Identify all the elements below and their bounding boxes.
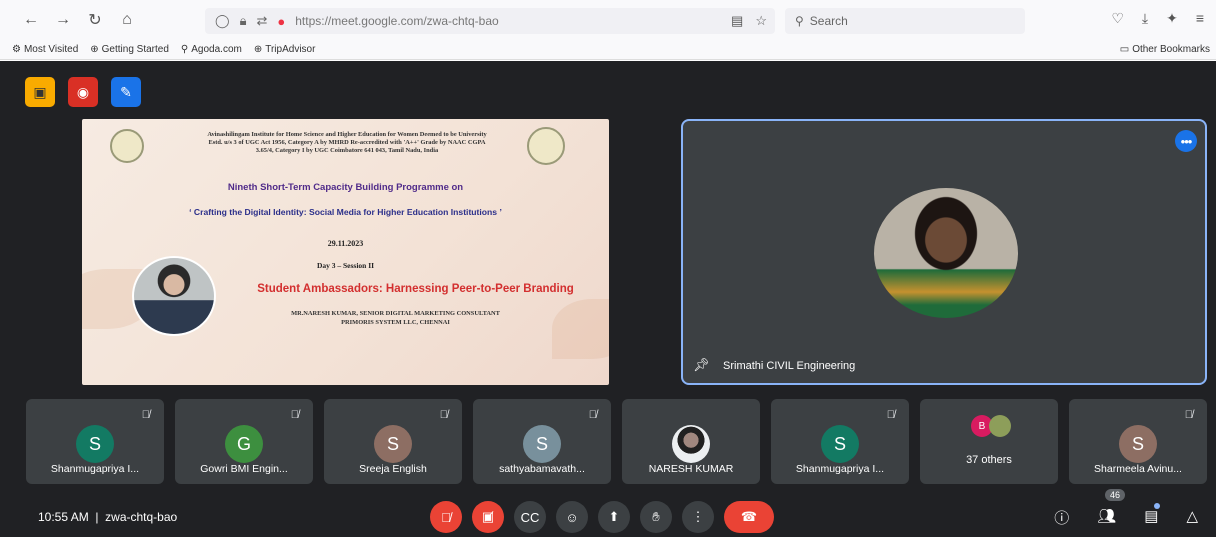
- bottom-bar: 10:55 AM | zwa-chtq-bao 🎙̸ ▣̸ CC ☺ ⬆ ✋︎ …: [0, 489, 1216, 537]
- participant-name: Srimathi CIVIL Engineering: [723, 360, 856, 372]
- shield-icon: ◯: [215, 13, 230, 28]
- chat-icon[interactable]: ▤: [1144, 507, 1158, 528]
- main-participant-tile[interactable]: ••• 📌︎ Srimathi CIVIL Engineering: [681, 119, 1207, 385]
- camera-toggle-button[interactable]: ▣̸: [472, 501, 504, 533]
- participant-tile[interactable]: 🎙̸ S Shanmugapriya I...: [26, 399, 164, 484]
- leave-call-button[interactable]: ☎: [724, 501, 774, 533]
- bookmark-getting-started[interactable]: ⊕ Getting Started: [90, 44, 169, 55]
- avatar: [672, 425, 710, 463]
- captions-button[interactable]: CC: [514, 501, 546, 533]
- mic-off-icon: 🎙̸: [886, 409, 895, 421]
- participant-tile[interactable]: 🎙̸ S Sreeja English: [324, 399, 462, 484]
- avatar: S: [523, 425, 561, 463]
- activities-icon[interactable]: △: [1186, 507, 1198, 528]
- bookmark-most-visited[interactable]: ⚙︎ Most Visited: [12, 44, 78, 55]
- slide-date: 29.11.2023: [327, 239, 364, 248]
- session-title: Student Ambassadors: Harnessing Peer-to-…: [257, 283, 574, 295]
- home-icon[interactable]: ⌂: [114, 7, 140, 33]
- back-icon[interactable]: ←: [18, 7, 44, 33]
- meet-window: ▣ ◉ ✎ Avinashilingam Institute for Home …: [0, 61, 1216, 537]
- mic-off-icon: 🎙̸: [141, 409, 150, 421]
- lock-icon: 🔒︎: [239, 13, 247, 28]
- programme-title: Nineth Short-Term Capacity Building Prog…: [227, 182, 464, 193]
- institution-text: Avinashilingam Institute for Home Scienc…: [207, 131, 487, 154]
- emoji-button[interactable]: ☺: [556, 501, 588, 533]
- info-icon[interactable]: ⓘ: [1054, 507, 1069, 528]
- bookmarks-bar: ⚙︎ Most Visited ⊕ Getting Started ⚲ Agod…: [0, 40, 1216, 60]
- university-seal-icon: [110, 129, 144, 163]
- participant-tile[interactable]: 🎙̸ S Sharmeela Avinu...: [1069, 399, 1207, 484]
- participant-name: Shanmugapriya I...: [795, 463, 885, 475]
- extensions-icon[interactable]: ✦: [1166, 10, 1178, 27]
- others-tile[interactable]: B 37 others: [920, 399, 1058, 484]
- more-options-icon[interactable]: •••: [1175, 130, 1197, 152]
- people-icon[interactable]: 👥︎: [1097, 507, 1116, 528]
- participant-tile[interactable]: 🎙̸ S sathyabamavath...: [473, 399, 611, 484]
- other-bookmarks[interactable]: ▭ Other Bookmarks: [1120, 44, 1210, 55]
- browser-toolbar: ← → ↻ ⌂ ◯ 🔒︎ ⇄ ● https://meet.google.com…: [0, 0, 1216, 40]
- more-options-button[interactable]: ⋮: [682, 501, 714, 533]
- participant-name: Sharmeela Avinu...: [1094, 463, 1182, 475]
- participant-strip: 🎙̸ S Shanmugapriya I... 🎙̸ G Gowri BMI E…: [26, 399, 1207, 484]
- participant-name: NARESH KUMAR: [648, 463, 734, 475]
- mic-off-icon: 🎙̸: [439, 409, 448, 421]
- bookmark-agoda[interactable]: ⚲ Agoda.com: [181, 44, 242, 55]
- participant-tile[interactable]: NARESH KUMAR: [622, 399, 760, 484]
- emblem-icon: [527, 127, 565, 165]
- menu-icon[interactable]: ≡: [1196, 10, 1204, 27]
- avatar: [989, 415, 1011, 437]
- speaker-info: MR.NARESH KUMAR, SENIOR DIGITAL MARKETIN…: [291, 310, 500, 326]
- presentation-slide: Avinashilingam Institute for Home Scienc…: [82, 119, 609, 385]
- edit-icon[interactable]: ✎: [111, 77, 141, 107]
- download-icon[interactable]: ⤓: [1142, 10, 1148, 27]
- participant-name: Shanmugapriya I...: [50, 463, 140, 475]
- raise-hand-button[interactable]: ✋︎: [640, 501, 672, 533]
- participant-avatar: [874, 188, 1018, 318]
- meeting-info: 10:55 AM | zwa-chtq-bao: [38, 510, 178, 524]
- others-label: 37 others: [966, 454, 1012, 466]
- avatar: S: [374, 425, 412, 463]
- url-bar[interactable]: ◯ 🔒︎ ⇄ ● https://meet.google.com/zwa-cht…: [205, 8, 775, 34]
- avatar: S: [76, 425, 114, 463]
- forward-icon[interactable]: →: [50, 7, 76, 33]
- mic-off-icon: 🎙̸: [1184, 409, 1193, 421]
- participant-tile[interactable]: 🎙̸ G Gowri BMI Engin...: [175, 399, 313, 484]
- participant-name: Sreeja English: [359, 463, 427, 475]
- reader-view-icon[interactable]: ▤: [731, 13, 743, 29]
- avatar: G: [225, 425, 263, 463]
- people-count-badge: 46: [1105, 489, 1126, 501]
- url-text: https://meet.google.com/zwa-chtq-bao: [295, 14, 499, 28]
- bookmark-tripadvisor[interactable]: ⊕ TripAdvisor: [254, 44, 316, 55]
- search-icon: ⚲: [795, 14, 804, 28]
- participant-name: Gowri BMI Engin...: [200, 463, 288, 475]
- mic-off-icon: 🎙̸: [588, 409, 597, 421]
- pocket-icon[interactable]: ♡: [1111, 10, 1124, 27]
- avatar: S: [821, 425, 859, 463]
- permissions-icon[interactable]: ⇄: [256, 13, 267, 29]
- search-input[interactable]: ⚲ Search: [785, 8, 1025, 34]
- participant-tile[interactable]: 🎙̸ S Shanmugapriya I...: [771, 399, 909, 484]
- mic-off-icon: 🎙̸: [290, 409, 299, 421]
- pin-icon[interactable]: 📌︎: [693, 357, 710, 373]
- programme-theme: ‘ Crafting the Digital Identity: Social …: [189, 207, 502, 217]
- avatar: S: [1119, 425, 1157, 463]
- record-icon[interactable]: ◉: [68, 77, 98, 107]
- mic-toggle-button[interactable]: 🎙̸: [430, 501, 462, 533]
- present-button[interactable]: ⬆: [598, 501, 630, 533]
- microphone-icon[interactable]: ●: [277, 14, 285, 29]
- participant-name: sathyabamavath...: [499, 463, 585, 475]
- bookmark-star-icon[interactable]: ☆: [755, 13, 767, 29]
- camera-off-icon[interactable]: ▣: [25, 77, 55, 107]
- reload-icon[interactable]: ↻: [82, 7, 108, 33]
